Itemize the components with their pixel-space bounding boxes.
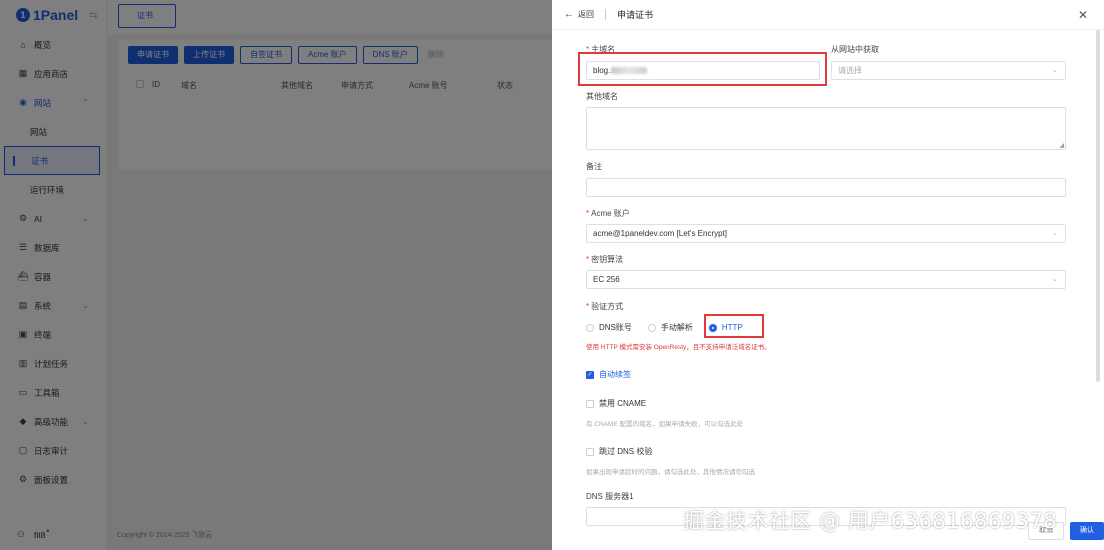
confirm-button[interactable]: 确认 [1070,522,1104,540]
checkbox-label: 自动续签 [599,370,631,379]
acme-account-select[interactable]: acme@1paneldev.com [Let's Encrypt] ⌄ [586,224,1066,243]
label-text: 密钥算法 [591,255,624,264]
check-icon: ✓ [586,370,594,379]
label-text: 验证方式 [591,302,624,311]
apply-cert-drawer: ← 返回 申请证书 ✕ * 主域名 blog. 从网站中获取 请选择 ⌄ 其他域名 … [552,0,1104,550]
radio-label[interactable]: 手动解析 [661,322,693,333]
resize-handle-icon[interactable]: ◢ [1059,142,1064,149]
remark-label: 备注 [586,162,602,171]
checkbox-box [586,399,594,408]
chevron-down-icon: ⌄ [1052,230,1058,237]
disable-cname-checkbox[interactable]: 禁用 CNAME [586,398,646,409]
drawer-header: ← 返回 申请证书 ✕ [552,0,1104,30]
divider [605,9,606,20]
arrow-left-icon[interactable]: ← [564,9,574,20]
skip-dns-checkbox[interactable]: 跳过 DNS 校验 [586,446,652,457]
checkbox-label: 跳过 DNS 校验 [599,447,653,456]
drawer-scrollbar[interactable] [1096,30,1100,382]
highlight-box [578,52,827,86]
select-value: EC 256 [593,275,620,284]
key-algorithm-label: * 密钥算法 [586,255,624,264]
chevron-down-icon: ⌄ [1052,276,1058,283]
select-value: acme@1paneldev.com [Let's Encrypt] [593,229,728,238]
radio-label[interactable]: DNS账号 [599,322,632,333]
from-website-select[interactable]: 请选择 ⌄ [831,61,1066,80]
checkbox-label: 禁用 CNAME [599,399,647,408]
radio-manual[interactable] [647,323,656,332]
remark-input[interactable] [586,178,1066,197]
back-link[interactable]: 返回 [578,9,594,20]
highlight-box [704,314,764,338]
skip-dns-hint: 如果出现申请超时的问题，请勾选此处，其他情况请勿勾选 [586,469,755,476]
other-domains-textarea[interactable]: ◢ [586,107,1066,150]
dns-server-label: DNS 服务器1 [586,492,634,501]
http-warning: 使用 HTTP 模式需安装 OpenResty，且不支持申请泛域名证书。 [586,344,771,351]
key-algorithm-select[interactable]: EC 256 ⌄ [586,270,1066,289]
acme-account-label: * Acme 账户 [586,209,630,218]
chevron-down-icon: ⌄ [1052,67,1058,74]
verify-method-label: * 验证方式 [586,302,624,311]
from-website-label: 从网站中获取 [831,45,879,54]
select-placeholder: 请选择 [838,66,862,75]
checkbox-box [586,447,594,456]
label-text: Acme 账户 [591,209,630,218]
drawer-title: 申请证书 [617,10,654,20]
watermark: 掘金技术社区 @ 用户636816869378 [683,509,1058,533]
disable-cname-hint: 有 CNAME 配置的域名，如果申请失败，可以勾选此处 [586,421,744,428]
radio-dns-account[interactable] [586,323,594,332]
auto-renew-checkbox[interactable]: ✓ 自动续签 [586,369,631,380]
other-domains-label: 其他域名 [586,92,618,101]
close-icon[interactable]: ✕ [1078,8,1088,22]
